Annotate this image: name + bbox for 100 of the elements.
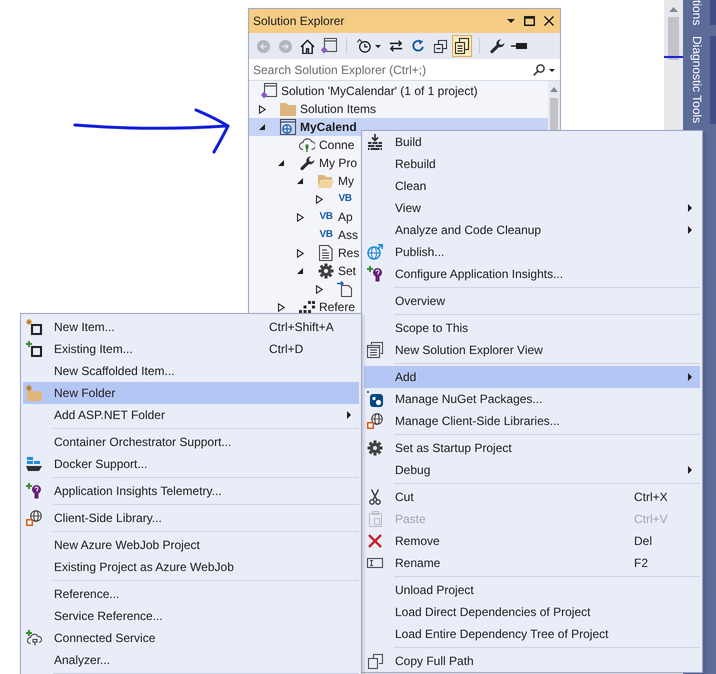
menu-item[interactable]: Client-Side Library... xyxy=(23,507,359,529)
panel-title: Solution Explorer xyxy=(253,13,344,30)
tree-item[interactable]: My xyxy=(294,172,354,190)
tree-item[interactable]: Conne xyxy=(299,136,354,154)
caret-down-icon[interactable] xyxy=(507,19,515,23)
menu-item[interactable]: Manage NuGet Packages... xyxy=(364,388,700,410)
menu-item[interactable]: Clean xyxy=(364,175,700,197)
menu-item[interactable]: Rebuild xyxy=(364,153,700,175)
expander-icon[interactable] xyxy=(278,302,284,312)
refresh-icon xyxy=(411,39,425,53)
menu-item[interactable]: Cut Ctrl+X xyxy=(364,486,700,508)
tree-item[interactable]: Solution Items xyxy=(256,100,376,118)
forward-arrow-icon xyxy=(278,40,292,52)
tree-item[interactable]: Refere xyxy=(275,298,356,316)
expander-icon[interactable] xyxy=(258,104,266,114)
menu-item[interactable]: Docker Support... xyxy=(23,453,359,475)
side-tab[interactable]: tions xyxy=(683,0,716,26)
expander-icon[interactable] xyxy=(259,124,265,130)
menu-item[interactable]: Copy Full Path xyxy=(364,650,700,672)
document-icon xyxy=(319,245,333,261)
scrollbar-thumb[interactable] xyxy=(668,17,679,60)
menu-item[interactable]: Remove Del xyxy=(364,530,700,552)
menu-item[interactable]: Overview xyxy=(364,290,700,312)
scrollbar[interactable] xyxy=(664,0,683,130)
menu-item[interactable]: Manage Client-Side Libraries... xyxy=(364,410,700,432)
sparkle-square-icon xyxy=(26,319,42,335)
side-tab[interactable]: Diagnostic Tools xyxy=(683,36,716,124)
expander-icon[interactable] xyxy=(297,178,303,184)
menu-item[interactable]: Scope to This xyxy=(364,317,700,339)
open-folder-icon xyxy=(318,174,334,188)
globe-document-icon xyxy=(367,413,383,429)
close-icon[interactable] xyxy=(544,16,554,26)
menu-item[interactable]: View xyxy=(364,197,700,219)
menu-item[interactable]: Existing Item... Ctrl+D xyxy=(23,338,359,360)
expander-icon[interactable] xyxy=(297,268,303,274)
expander-icon[interactable] xyxy=(278,160,284,166)
menu-item[interactable]: Analyzer... xyxy=(23,649,359,671)
back-arrow-icon xyxy=(256,40,270,52)
lightbulb-plus-icon xyxy=(367,266,383,282)
caret-position-marker xyxy=(664,56,683,58)
solution-window-icon xyxy=(321,38,337,54)
copy-icon xyxy=(368,654,382,668)
menu-item[interactable]: Application Insights Telemetry... xyxy=(23,480,359,502)
shortcut-text: Ctrl+V xyxy=(634,511,668,528)
menu-item[interactable]: Debug xyxy=(364,459,700,481)
menu-item[interactable]: Load Direct Dependencies of Project xyxy=(364,601,700,623)
cloud-plug-icon xyxy=(299,138,315,152)
menu-item[interactable]: Publish... xyxy=(364,241,700,263)
tree-item[interactable]: VB xyxy=(313,190,353,208)
clipboard-icon xyxy=(368,511,382,527)
tree-item[interactable] xyxy=(313,280,353,298)
folder-icon xyxy=(280,102,296,116)
menu-item[interactable]: Configure Application Insights... xyxy=(364,263,700,285)
menu-item[interactable]: Existing Project as Azure WebJob xyxy=(23,556,359,578)
menu-item[interactable]: New Solution Explorer View xyxy=(364,339,700,361)
menu-item[interactable]: Add ASP.NET Folder xyxy=(23,404,359,426)
menu-item[interactable]: New Item... Ctrl+Shift+A xyxy=(23,316,359,338)
menu-item[interactable]: New Azure WebJob Project xyxy=(23,534,359,556)
menu-item[interactable]: Service Reference... xyxy=(23,605,359,627)
search-field[interactable]: Search Solution Explorer (Ctrl+;) xyxy=(249,59,560,81)
show-all-files-button[interactable] xyxy=(452,35,472,57)
lightbulb-plus-icon xyxy=(26,483,42,499)
text-field-icon xyxy=(367,558,383,568)
menu-item[interactable]: Add xyxy=(364,366,700,388)
search-icon[interactable] xyxy=(533,64,545,76)
menu-item[interactable]: Rename F2 xyxy=(364,552,700,574)
tree-item[interactable]: VB Ass xyxy=(318,226,358,244)
expander-icon[interactable] xyxy=(296,248,304,258)
file-type-label: VB xyxy=(338,193,352,205)
menu-item[interactable]: Container Orchestrator Support... xyxy=(23,431,359,453)
menu-item[interactable]: Set as Startup Project xyxy=(364,437,700,459)
caret-down-icon[interactable] xyxy=(549,68,555,72)
menu-item[interactable]: New Folder xyxy=(23,382,359,404)
tree-item[interactable]: Solution 'MyCalendar' (1 of 1 project) xyxy=(261,82,478,100)
menu-item[interactable]: New Scaffolded Item... xyxy=(23,360,359,382)
brick-wall-arrow-icon xyxy=(367,134,383,150)
menu-item[interactable]: Load Entire Dependency Tree of Project xyxy=(364,623,700,645)
expander-icon[interactable] xyxy=(296,212,304,222)
shortcut-text: Ctrl+Shift+A xyxy=(269,319,334,336)
plus-square-icon xyxy=(26,341,42,357)
expander-icon[interactable] xyxy=(316,194,322,204)
cross-icon xyxy=(368,534,382,548)
menu-item[interactable]: Analyze and Code Cleanup xyxy=(364,219,700,241)
menu-item[interactable]: Connected Service xyxy=(23,627,359,649)
expander-icon[interactable] xyxy=(316,284,322,294)
maximize-icon[interactable] xyxy=(524,16,535,26)
tree-item[interactable]: Set xyxy=(294,262,356,280)
dash-bar-icon xyxy=(511,43,527,49)
solution-window-icon xyxy=(261,83,277,99)
tree-item[interactable]: Res xyxy=(294,244,360,262)
menu-item[interactable]: Unload Project xyxy=(364,579,700,601)
menu-item[interactable]: Reference... xyxy=(23,583,359,605)
gear-icon xyxy=(367,440,383,456)
file-type-label: VB xyxy=(320,229,332,241)
cloud-plus-icon xyxy=(26,630,42,646)
tree-item[interactable]: VB Ap xyxy=(294,208,353,226)
tree-item[interactable]: My Pro xyxy=(275,154,358,172)
collapse-all-icon xyxy=(434,40,446,52)
clock-icon xyxy=(357,39,371,53)
file-arrow-icon xyxy=(337,281,353,297)
